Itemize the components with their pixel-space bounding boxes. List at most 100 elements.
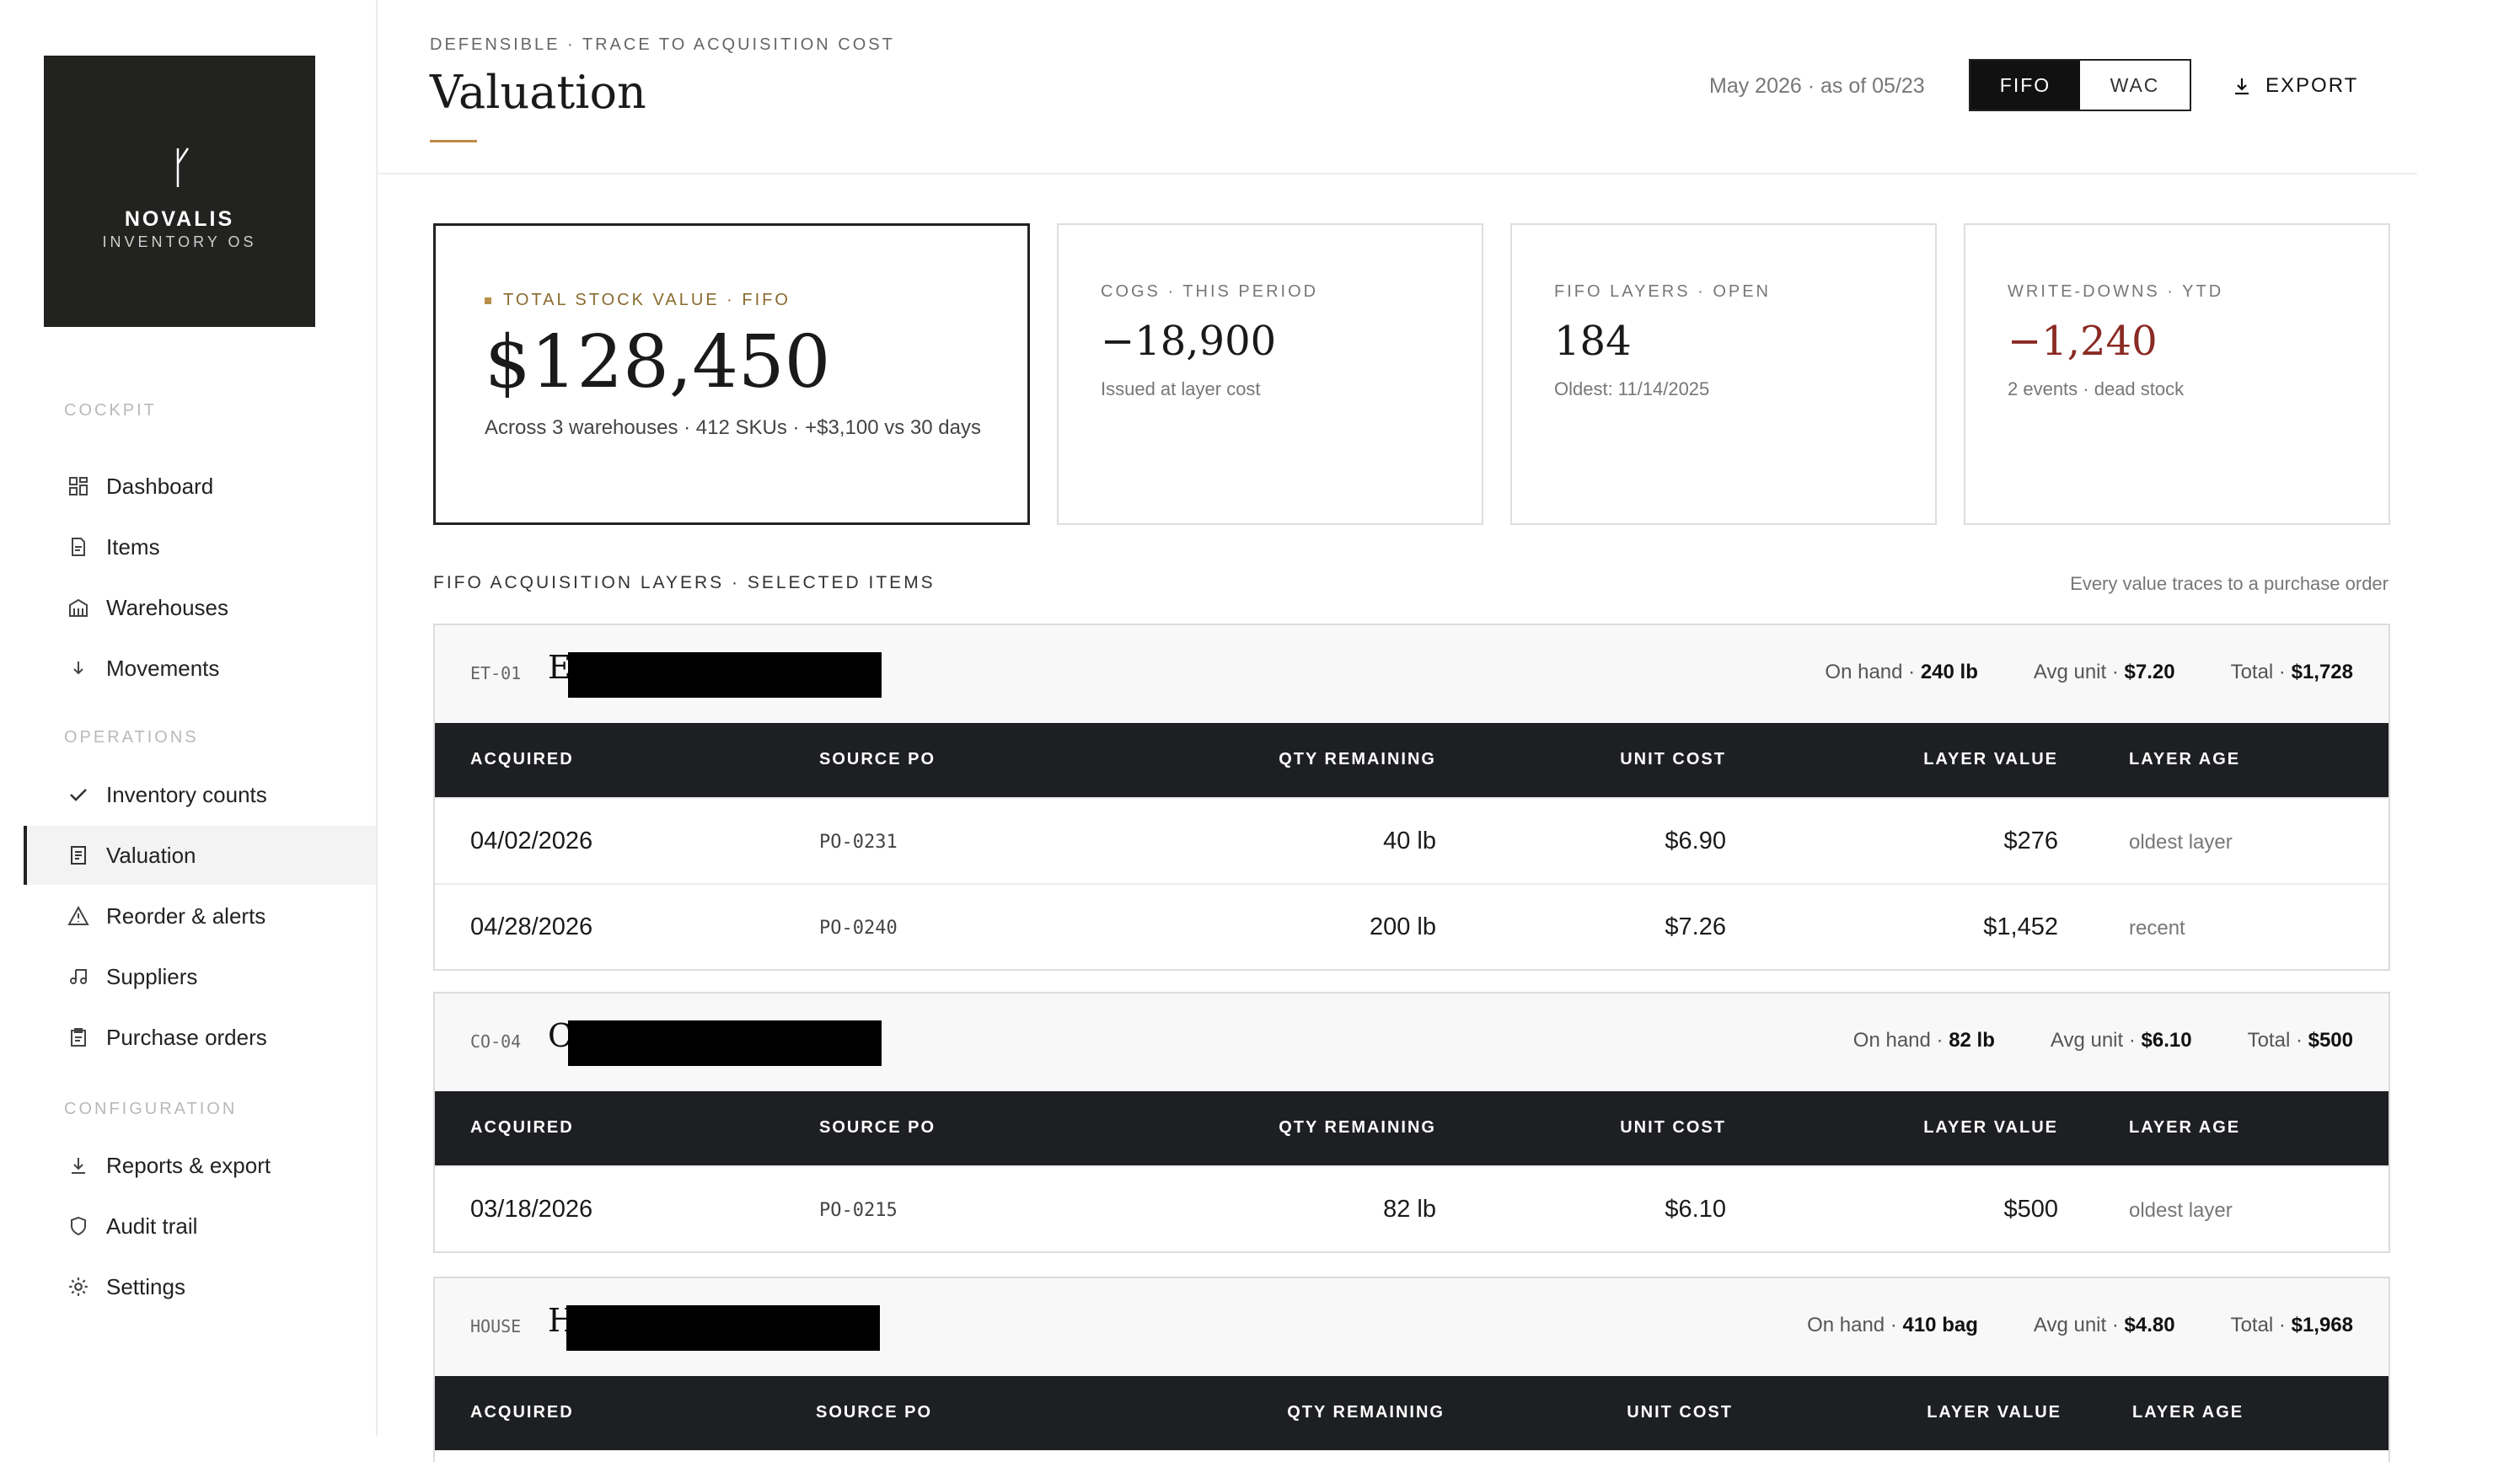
group-header[interactable]: ET-01 E On hand · 240 lb Avg unit · $7.2…: [435, 625, 2389, 723]
accent-dot-icon: [485, 297, 491, 304]
title-underline: [430, 140, 477, 142]
sidebar-item-label: Reports & export: [106, 1152, 271, 1178]
sidebar-item-label: Audit trail: [106, 1213, 198, 1239]
layer-value: $500: [2003, 1196, 2058, 1223]
export-button[interactable]: EXPORT: [2232, 62, 2358, 110]
method-option-fifo[interactable]: FIFO: [1970, 61, 2080, 110]
layer-group-co-04: CO-04 C On hand · 82 lb Avg unit · $6.10…: [433, 992, 2390, 1253]
sidebar-item-label: Dashboard: [106, 473, 214, 499]
group-stats: On hand · 82 lb Avg unit · $6.10 Total ·…: [1798, 1029, 2353, 1052]
sidebar: NOVALIS INVENTORY OS COCKPIT Dashboard I…: [0, 0, 378, 1436]
source-po[interactable]: PO-0231: [819, 832, 898, 853]
total-stat: Total · $1,728: [2230, 661, 2353, 683]
sidebar-item-audit-trail[interactable]: Audit trail: [24, 1197, 376, 1256]
warning-icon: [66, 903, 91, 929]
column-header[interactable]: LAYER AGE: [2129, 750, 2240, 769]
sidebar-item-suppliers[interactable]: Suppliers: [24, 947, 376, 1006]
sku-code: CO-04: [470, 1031, 522, 1052]
kpi-write-downs: WRITE-DOWNS · YTD −1,240 2 events · dead…: [1964, 223, 2390, 525]
check-icon: [66, 782, 91, 807]
period-label: May 2026 · as of 05/23: [1709, 74, 1925, 98]
kpi-fifo-layers: FIFO LAYERS · OPEN 184 Oldest: 11/14/202…: [1510, 223, 1937, 525]
column-header[interactable]: LAYER AGE: [2129, 1118, 2240, 1138]
layer-value: $276: [2003, 827, 2058, 854]
column-header[interactable]: LAYER VALUE: [1927, 1403, 2062, 1422]
grid-icon: [66, 474, 91, 499]
export-label: EXPORT: [2265, 74, 2359, 97]
kpi-label: WRITE-DOWNS · YTD: [2008, 282, 2224, 301]
document-icon: [66, 534, 91, 560]
page-title: Valuation: [430, 66, 646, 119]
table-row[interactable]: 03/18/2026 PO-0215 82 lb $6.10 $500 olde…: [435, 1165, 2389, 1251]
on-hand-stat: On hand · 410 bag: [1807, 1314, 1978, 1336]
on-hand-stat: On hand · 82 lb: [1852, 1029, 1995, 1052]
sidebar-item-label: Valuation: [106, 842, 196, 868]
column-header[interactable]: ACQUIRED: [470, 750, 574, 769]
group-header[interactable]: HOUSE H On hand · 410 bag Avg unit · $4.…: [435, 1278, 2389, 1376]
logo-name: NOVALIS: [124, 207, 235, 231]
column-header[interactable]: ACQUIRED: [470, 1403, 574, 1422]
layer-age: recent: [2129, 917, 2185, 940]
kpi-value: −18,900: [1101, 318, 1277, 365]
column-header[interactable]: QTY REMAINING: [1279, 1118, 1436, 1138]
logo-subtitle: INVENTORY OS: [102, 233, 257, 250]
table-row[interactable]: 04/02/2026 PO-0231 40 lb $6.90 $276 olde…: [435, 797, 2389, 883]
redaction-block: [566, 1305, 880, 1351]
kpi-value: 184: [1554, 318, 1632, 365]
group-stats: On hand · 410 bag Avg unit · $4.80 Total…: [1751, 1314, 2353, 1337]
sidebar-item-items[interactable]: Items: [24, 517, 376, 576]
sidebar-item-label: Warehouses: [106, 594, 228, 620]
layer-age: oldest layer: [2129, 831, 2233, 854]
avg-unit-stat: Avg unit · $6.10: [2050, 1029, 2192, 1052]
kpi-label: COGS · THIS PERIOD: [1101, 282, 1319, 301]
table-row[interactable]: 04/28/2026 PO-0240 200 lb $7.26 $1,452 r…: [435, 883, 2389, 969]
sidebar-item-warehouses[interactable]: Warehouses: [24, 578, 376, 637]
source-po[interactable]: PO-0215: [819, 1200, 898, 1221]
redaction-block: [568, 1020, 882, 1066]
sidebar-item-inventory-counts[interactable]: Inventory counts: [24, 765, 376, 824]
sidebar-item-label: Purchase orders: [106, 1024, 267, 1050]
sidebar-item-settings[interactable]: Settings: [24, 1257, 376, 1316]
section-label-operations: OPERATIONS: [64, 728, 199, 747]
column-header[interactable]: QTY REMAINING: [1287, 1403, 1445, 1422]
clipboard-icon: [66, 1025, 91, 1050]
method-option-wac[interactable]: WAC: [2080, 61, 2190, 110]
truck-icon: [66, 964, 91, 989]
column-header[interactable]: QTY REMAINING: [1279, 750, 1436, 769]
sidebar-item-reports-export[interactable]: Reports & export: [24, 1136, 376, 1195]
sidebar-item-movements[interactable]: Movements: [24, 639, 376, 698]
kpi-value: −1,240: [2008, 318, 2158, 365]
sidebar-item-reorder-alerts[interactable]: Reorder & alerts: [24, 886, 376, 945]
sku-code: ET-01: [470, 663, 522, 683]
source-po[interactable]: PO-0240: [819, 918, 898, 939]
acquired-date: 04/02/2026: [470, 827, 593, 854]
column-header[interactable]: LAYER VALUE: [1923, 750, 2058, 769]
column-header[interactable]: SOURCE PO: [819, 1118, 936, 1138]
group-header[interactable]: CO-04 C On hand · 82 lb Avg unit · $6.10…: [435, 993, 2389, 1091]
column-header[interactable]: LAYER VALUE: [1923, 1118, 2058, 1138]
brand-logo[interactable]: NOVALIS INVENTORY OS: [44, 56, 315, 327]
column-header[interactable]: UNIT COST: [1620, 1118, 1726, 1138]
column-header[interactable]: SOURCE PO: [819, 750, 936, 769]
sidebar-item-purchase-orders[interactable]: Purchase orders: [24, 1008, 376, 1067]
shield-icon: [66, 1213, 91, 1239]
warehouse-icon: [66, 595, 91, 620]
valuation-method-toggle: FIFO WAC: [1969, 59, 2191, 111]
acquired-date: 04/28/2026: [470, 913, 593, 940]
column-header[interactable]: LAYER AGE: [2132, 1403, 2244, 1422]
column-header[interactable]: UNIT COST: [1627, 1403, 1733, 1422]
column-header[interactable]: UNIT COST: [1620, 750, 1726, 769]
column-header[interactable]: SOURCE PO: [816, 1403, 932, 1422]
page-eyebrow: DEFENSIBLE · TRACE TO ACQUISITION COST: [430, 35, 895, 54]
layers-section-note: Every value traces to a purchase order: [2070, 573, 2389, 594]
layer-group-house: HOUSE H On hand · 410 bag Avg unit · $4.…: [433, 1277, 2390, 1462]
kpi-value: $128,450: [485, 320, 831, 404]
layer-group-et-01: ET-01 E On hand · 240 lb Avg unit · $7.2…: [433, 624, 2390, 971]
sku-code: HOUSE: [470, 1316, 522, 1336]
qty-remaining: 82 lb: [1383, 1196, 1436, 1223]
kpi-note: Oldest: 11/14/2025: [1554, 378, 1710, 399]
group-stats: On hand · 240 lb Avg unit · $7.20 Total …: [1769, 661, 2353, 684]
sidebar-item-dashboard[interactable]: Dashboard: [24, 457, 376, 516]
column-header[interactable]: ACQUIRED: [470, 1118, 574, 1138]
sidebar-item-valuation[interactable]: Valuation: [24, 826, 376, 885]
